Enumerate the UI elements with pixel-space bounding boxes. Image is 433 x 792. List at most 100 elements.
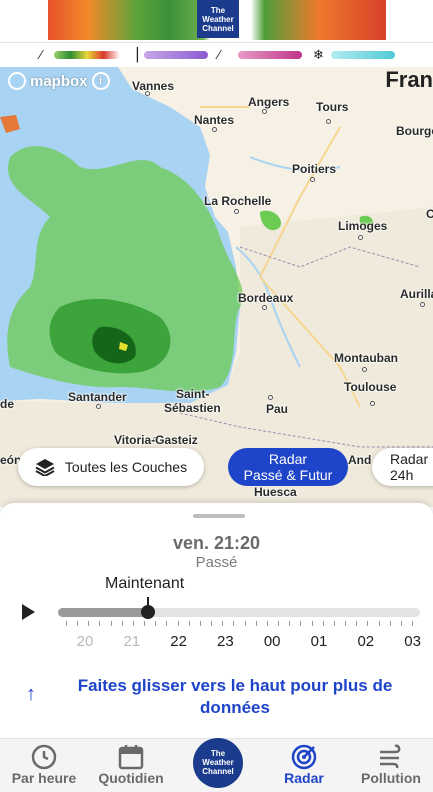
info-icon[interactable]: i [91,72,110,90]
timeline-tick [345,621,347,626]
logo-line: Channel [202,767,234,776]
calendar-icon [118,745,144,770]
city-marker [362,367,367,372]
city-label: Aurilla [400,287,433,301]
timeline-tick [77,621,79,626]
city-label: And [348,453,372,467]
timeline-tick [211,621,213,626]
mapbox-label: mapbox [30,72,88,90]
drag-handle[interactable] [193,514,245,518]
city-marker [262,305,267,310]
timeline-tick [255,621,257,626]
arrow-up-icon[interactable]: ↑ [20,683,42,705]
clock-icon [31,744,57,770]
city-label: C [426,207,433,221]
timeline-tick [389,621,391,626]
timeline-progress [58,608,149,617]
timeline-tick [222,621,224,626]
timeline-hour-label: 03 [404,633,421,650]
rain-icon: ⁄ [40,47,43,62]
timeline-hour-label: 00 [263,633,281,650]
timeline-tick [266,621,268,626]
swipe-up-hint[interactable]: Faites glisser vers le haut pour plus de… [60,675,410,719]
country-label: Fran [385,67,433,92]
legend-bar-sleet [238,51,302,59]
timeline-slider[interactable] [58,608,420,617]
sleet-icon: ⁄ [218,47,221,62]
timeline-hour-label: 20 [76,633,94,650]
timeline-tick [278,621,280,626]
mix-icon: ▕ [128,47,138,62]
timeline-tick [300,621,302,626]
timeline-tick [177,621,179,626]
timeline-tick [88,621,90,626]
wind-icon [380,744,401,769]
timeline-tick [400,621,402,626]
timeline-sheet[interactable]: ven. 21:20 Passé Maintenant 20 21 22 23 00 01… [0,503,433,738]
current-time: ven. 21:20 [172,533,261,553]
timeline-tick [188,621,190,626]
city-label: Poitiers [292,162,337,176]
city-label: de [0,397,15,411]
timeline-tick [356,621,358,626]
timeline-hour-label: 23 [217,633,234,650]
play-icon[interactable] [22,604,35,620]
timeline-tick [199,621,201,626]
city-label: La Rochelle [204,194,272,208]
city-label: Santander [68,390,127,404]
nav-pollution-label: Pollution [361,770,421,786]
city-label: Bordeaux [238,291,294,305]
timeline-tick [412,621,413,626]
weather-channel-logo-button[interactable]: The Weather Channel [193,738,243,788]
city-label: Sébastien [164,401,221,415]
nav-hourly[interactable]: Par heure [0,739,88,792]
city-label: Saint- [176,387,210,401]
radar-24h-button[interactable]: Radar I 24h [372,448,433,486]
city-label: Montauban [334,351,398,365]
ad-logo-line: Weather [202,15,234,24]
mapbox-attribution[interactable]: mapbox i [8,72,110,90]
city-label: Pau [266,402,289,416]
snow-icon: ❄ [313,47,324,62]
nav-daily-label: Quotidien [98,770,164,786]
city-marker [310,177,315,182]
timeline-tick [322,621,324,626]
city-marker [420,302,425,307]
radar-map[interactable]: mapbox i Fran Vannes Angers Tours Bourge… [0,67,433,507]
precip-legend: ⁄ ▕ ⁄ ❄ [0,43,433,67]
legend-bar-rain [54,51,120,59]
timeline-tick [311,621,313,626]
swipe-hint-line: données [200,698,270,717]
ad-banner[interactable]: The Weather Channel [0,0,433,42]
mapbox-logo-icon [8,72,26,90]
city-label: Vitoria-Gasteiz [114,433,198,447]
city-label: Nantes [194,113,235,127]
timeline-tick [289,621,291,626]
all-layers-button[interactable]: Toutes les Couches [18,448,204,486]
ad-weather-channel-logo: The Weather Channel [197,0,239,38]
timeline-hour-label: 01 [310,633,328,650]
city-marker [96,404,101,409]
timeline-tick [166,621,168,626]
timeline-tick [244,621,246,626]
swipe-hint-line: Faites glisser vers le haut pour plus de [77,676,393,695]
time-state: Passé [195,554,238,571]
nav-radar[interactable]: Radar [260,739,348,792]
nav-pollution[interactable]: Pollution [347,739,433,792]
timeline-tick [66,621,67,626]
nav-radar-label: Radar [284,770,324,786]
all-layers-label: Toutes les Couches [64,459,188,475]
timeline-tick [132,621,134,626]
radar-past-future-button[interactable]: Radar Passé & Futur [228,448,348,486]
legend-bar-mix [144,51,208,59]
ad-logo-line: Channel [202,24,234,33]
slider-knob[interactable] [141,605,155,619]
timeline-tick [233,621,235,626]
ad-logo-line: The [210,6,226,15]
legend-bar-snow [331,51,395,59]
nav-daily[interactable]: Quotidien [87,739,175,792]
city-marker [234,209,239,214]
app-root: The Weather Channel ⁄ ▕ ⁄ ❄ mapbox i Fra… [0,0,433,792]
timeline-tick [144,621,146,626]
city-marker [268,395,273,400]
